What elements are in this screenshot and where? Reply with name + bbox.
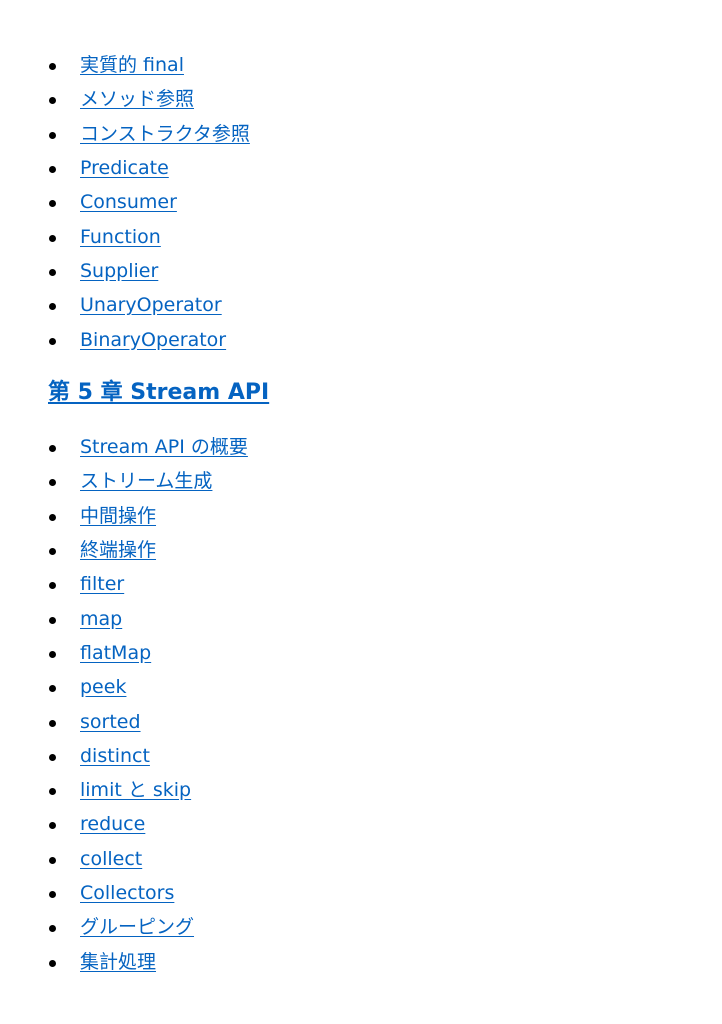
toc-link[interactable]: 実質的 final (80, 53, 184, 77)
toc-list-item: sorted (0, 704, 722, 738)
toc-list-item: Consumer (0, 185, 722, 219)
toc-list-item: メソッド参照 (0, 82, 722, 116)
toc-list-section-a: 実質的 final メソッド参照コンストラクタ参照 Predicate Consume… (0, 48, 722, 357)
bullet-icon (49, 200, 56, 208)
toc-list-item: UnaryOperator (0, 288, 722, 322)
toc-list-item: 終端操作 (0, 533, 722, 567)
toc-link[interactable]: 終端操作 (80, 538, 156, 562)
toc-list-chapter-5: Stream API の概要 ストリーム生成 中間操作終端操作 filter map fl… (0, 430, 722, 979)
toc-list-item: filter (0, 567, 722, 601)
bullet-icon (49, 891, 56, 898)
toc-link[interactable]: グルーピング (80, 915, 194, 939)
toc-list-item: コンストラクタ参照 (0, 117, 722, 151)
bullet-icon (49, 131, 56, 139)
toc-link[interactable]: map (80, 607, 122, 631)
toc-list-item: 実質的 final (0, 48, 722, 82)
toc-link[interactable]: 中間操作 (80, 504, 156, 528)
toc-list-item: map (0, 601, 722, 635)
toc-link[interactable]: Supplier (80, 259, 158, 283)
bullet-icon (49, 650, 56, 658)
bullet-icon (49, 337, 56, 345)
bullet-icon (49, 234, 56, 242)
bullet-icon (49, 445, 56, 453)
bullet-icon (49, 513, 56, 521)
toc-link[interactable]: peek (80, 675, 126, 699)
toc-list-item: BinaryOperator (0, 322, 722, 356)
toc-link[interactable]: UnaryOperator (80, 293, 222, 317)
toc-list-item: ストリーム生成 (0, 464, 722, 498)
toc-link[interactable]: reduce (80, 812, 145, 836)
toc-link[interactable]: コンストラクタ参照 (80, 122, 250, 146)
bullet-icon (49, 753, 56, 761)
toc-link[interactable]: sorted (80, 710, 141, 734)
toc-link[interactable]: BinaryOperator (80, 328, 226, 352)
toc-list-item: Function (0, 219, 722, 253)
toc-list-item: Collectors (0, 876, 722, 910)
toc-list-item: グルーピング (0, 910, 722, 944)
bullet-icon (49, 479, 56, 487)
bullet-icon (49, 548, 56, 556)
toc-list-item: 集計処理 (0, 944, 722, 978)
toc-list-item: Supplier (0, 254, 722, 288)
toc-link[interactable]: ストリーム生成 (80, 469, 212, 493)
toc-link[interactable]: Consumer (80, 190, 177, 214)
toc-list-item: collect (0, 842, 722, 876)
toc-link[interactable]: メソッド参照 (80, 87, 194, 111)
chapter-5-heading-link[interactable]: 第 5 章 Stream API (48, 378, 269, 408)
bullet-icon (49, 616, 56, 624)
toc-link[interactable]: filter (80, 572, 124, 596)
bullet-icon (49, 166, 56, 174)
document-page: 実質的 final メソッド参照コンストラクタ参照 Predicate Consume… (0, 0, 722, 1024)
bullet-icon (49, 925, 56, 933)
toc-list-item: flatMap (0, 636, 722, 670)
toc-link[interactable]: flatMap (80, 641, 151, 665)
toc-link[interactable]: distinct (80, 744, 150, 768)
toc-list-item: limit と skip (0, 773, 722, 807)
bullet-icon (49, 788, 56, 796)
bullet-icon (49, 303, 56, 311)
toc-link[interactable]: limit と skip (80, 778, 191, 802)
bullet-icon (49, 268, 56, 276)
bullet-icon (49, 719, 56, 727)
bullet-icon (49, 582, 56, 590)
bullet-icon (49, 685, 56, 693)
bullet-icon (49, 97, 56, 105)
toc-list-item: peek (0, 670, 722, 704)
toc-link[interactable]: 集計処理 (80, 950, 156, 974)
toc-link[interactable]: Stream API の概要 (80, 435, 248, 459)
toc-list-item: reduce (0, 807, 722, 841)
bullet-icon (49, 63, 56, 71)
toc-list-item: Predicate (0, 151, 722, 185)
toc-link[interactable]: Predicate (80, 156, 169, 180)
toc-list-item: distinct (0, 739, 722, 773)
bullet-icon (49, 856, 56, 864)
toc-list-item: 中間操作 (0, 499, 722, 533)
toc-link[interactable]: Function (80, 225, 161, 249)
bullet-icon (49, 822, 56, 830)
toc-link[interactable]: Collectors (80, 881, 174, 905)
bullet-icon (49, 959, 56, 967)
toc-list-item: Stream API の概要 (0, 430, 722, 464)
toc-link[interactable]: collect (80, 847, 142, 871)
